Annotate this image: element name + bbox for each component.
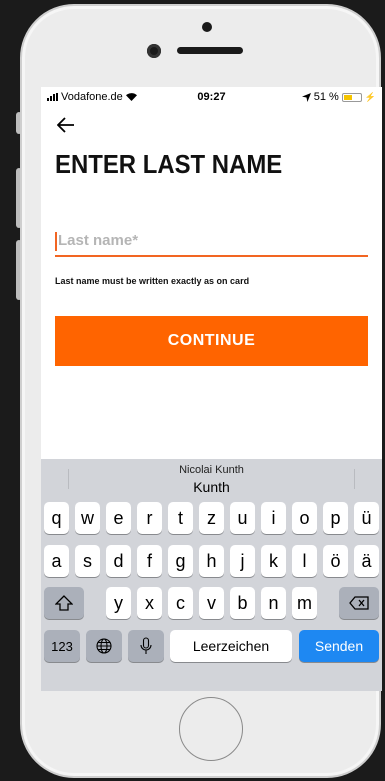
key-p[interactable]: p [323,502,348,534]
key-k[interactable]: k [261,545,286,577]
key-v[interactable]: v [199,587,224,619]
shift-icon [55,595,73,611]
key-b[interactable]: b [230,587,255,619]
key-g[interactable]: g [168,545,193,577]
suggestion-contact[interactable]: Nicolai Kunth [41,464,382,476]
last-name-hint: Last name must be written exactly as on … [55,276,250,286]
key-d[interactable]: d [106,545,131,577]
key-c[interactable]: c [168,587,193,619]
suggestion-bar: Nicolai Kunth Kunth [41,459,382,497]
key-r[interactable]: r [137,502,162,534]
backspace-icon [349,596,369,610]
key-s[interactable]: s [75,545,100,577]
key-a[interactable]: a [44,545,69,577]
battery-icon [341,92,362,102]
last-name-placeholder: Last name* [58,232,139,249]
home-button[interactable] [179,697,243,761]
app-screen: Vodafone.de 09:27 51 % ⚡ ENTER LAST NAME… [41,87,382,691]
numbers-key[interactable]: 123 [44,630,80,662]
front-camera [147,44,161,58]
battery-fill [343,94,352,100]
key-ä[interactable]: ä [354,545,379,577]
backspace-key[interactable] [339,587,379,619]
proximity-sensor [202,22,212,32]
key-ü[interactable]: ü [354,502,379,534]
last-name-field[interactable]: Last name* [55,229,368,257]
key-o[interactable]: o [292,502,317,534]
battery-percent: 51 % [313,91,339,103]
key-q[interactable]: q [44,502,69,534]
key-t[interactable]: t [168,502,193,534]
charging-bolt-icon: ⚡ [364,91,376,102]
microphone-key[interactable] [128,630,164,662]
text-caret [55,232,57,251]
location-arrow-icon [301,92,311,102]
key-h[interactable]: h [199,545,224,577]
status-bar: Vodafone.de 09:27 51 % ⚡ [41,87,382,107]
shift-key[interactable] [44,587,84,619]
send-key[interactable]: Senden [299,630,379,662]
key-n[interactable]: n [261,587,286,619]
key-w[interactable]: w [75,502,100,534]
earpiece-speaker [177,47,243,54]
key-f[interactable]: f [137,545,162,577]
keyboard: Nicolai Kunth Kunth qwertzuiopü asdfghjk… [41,459,382,691]
key-i[interactable]: i [261,502,286,534]
globe-key[interactable] [86,630,122,662]
page-title: ENTER LAST NAME [55,149,283,179]
key-l[interactable]: l [292,545,317,577]
key-y[interactable]: y [106,587,131,619]
status-right: 51 % ⚡ [301,91,376,103]
key-ö[interactable]: ö [323,545,348,577]
key-x[interactable]: x [137,587,162,619]
suggestion-word[interactable]: Kunth [41,479,382,495]
space-key[interactable]: Leerzeichen [170,630,292,662]
arrow-left-icon[interactable] [56,115,75,137]
globe-icon [96,638,112,654]
key-z[interactable]: z [199,502,224,534]
key-m[interactable]: m [292,587,317,619]
key-u[interactable]: u [230,502,255,534]
continue-button[interactable]: CONTINUE [55,316,368,366]
key-j[interactable]: j [230,545,255,577]
key-e[interactable]: e [106,502,131,534]
microphone-icon [140,637,152,654]
